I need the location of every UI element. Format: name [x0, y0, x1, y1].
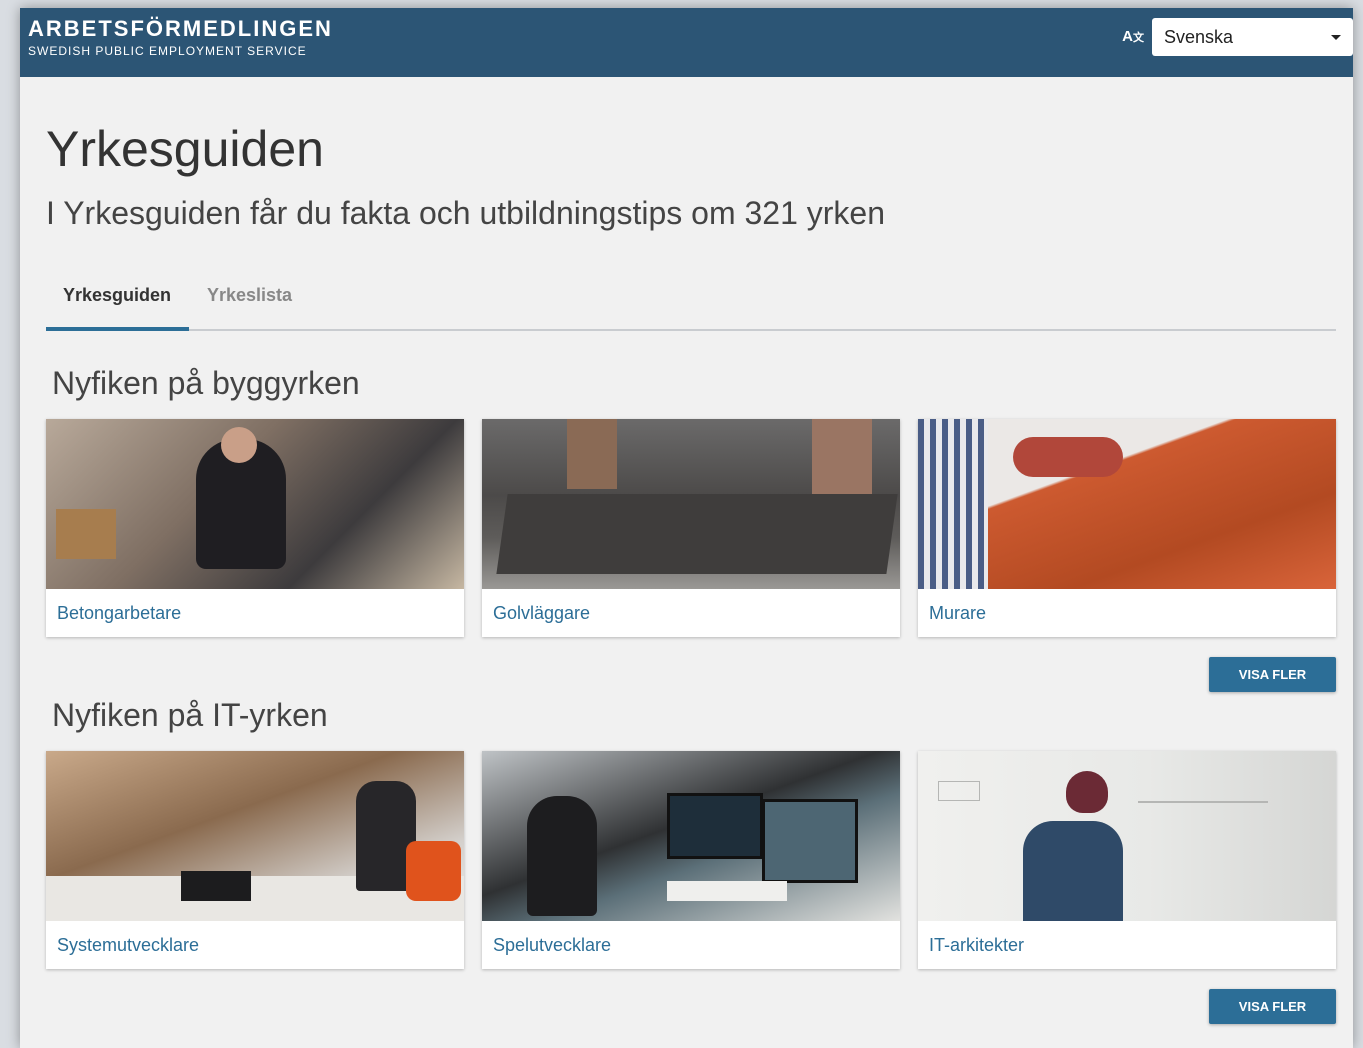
occupation-card-spelutvecklare[interactable]: Spelutvecklare	[482, 751, 900, 969]
section-title: Nyfiken på byggyrken	[52, 365, 360, 401]
main-content: Yrkesguiden I Yrkesguiden får du fakta o…	[46, 77, 1336, 1025]
visa-fler-button[interactable]: VISA FLER	[1209, 657, 1336, 692]
tab-bar: Yrkesguiden Yrkeslista	[46, 273, 1336, 331]
more-row: VISA FLER	[46, 637, 1336, 693]
card-list: Betongarbetare Golvläggare Murare	[46, 419, 1336, 637]
occupation-card-golvlaggare[interactable]: Golvläggare	[482, 419, 900, 637]
it-arkitekter-photo	[918, 751, 1336, 921]
brand-subtitle: SWEDISH PUBLIC EMPLOYMENT SERVICE	[28, 44, 307, 58]
card-label: Systemutvecklare	[57, 935, 200, 955]
language-select[interactable]: Svenska	[1152, 18, 1353, 56]
card-label: Spelutvecklare	[493, 935, 612, 955]
spelutvecklare-photo	[482, 751, 900, 921]
page-subtitle: I Yrkesguiden får du fakta och utbildnin…	[46, 195, 886, 231]
occupation-card-it-arkitekter[interactable]: IT-arkitekter	[918, 751, 1336, 969]
translate-icon: A文	[1122, 28, 1144, 45]
occupation-card-murare[interactable]: Murare	[918, 419, 1336, 637]
card-label: Murare	[929, 603, 987, 623]
chevron-down-icon	[1331, 35, 1341, 40]
active-tab-indicator	[46, 327, 189, 331]
card-label: Golvläggare	[493, 603, 591, 623]
golvlaggare-photo	[482, 419, 900, 589]
murare-photo	[918, 419, 1336, 589]
language-select-value: Svenska	[1164, 27, 1234, 47]
section-title: Nyfiken på IT-yrken	[52, 697, 328, 733]
tab-yrkeslista[interactable]: Yrkeslista	[207, 285, 292, 306]
visa-fler-button[interactable]: VISA FLER	[1209, 989, 1336, 1024]
browser-window: ARBETSFÖRMEDLINGEN SWEDISH PUBLIC EMPLOY…	[20, 8, 1353, 1048]
tab-yrkesguiden[interactable]: Yrkesguiden	[63, 285, 171, 306]
section-it-yrken: Nyfiken på IT-yrken Systemutvecklare Spe…	[46, 695, 1336, 1025]
card-list: Systemutvecklare Spelutvecklare IT-arkit…	[46, 751, 1336, 969]
betongarbetare-photo	[46, 419, 464, 589]
occupation-card-betongarbetare[interactable]: Betongarbetare	[46, 419, 464, 637]
more-row: VISA FLER	[46, 969, 1336, 1025]
card-label: Betongarbetare	[57, 603, 182, 623]
card-label: IT-arkitekter	[929, 935, 1025, 955]
occupation-card-systemutvecklare[interactable]: Systemutvecklare	[46, 751, 464, 969]
brand-logo[interactable]: ARBETSFÖRMEDLINGEN SWEDISH PUBLIC EMPLOY…	[28, 16, 333, 59]
brand-title: ARBETSFÖRMEDLINGEN	[28, 16, 333, 41]
section-byggyrken: Nyfiken på byggyrken Betongarbetare Golv…	[46, 363, 1336, 693]
systemutvecklare-photo	[46, 751, 464, 921]
page-title: Yrkesguiden	[46, 121, 324, 177]
top-bar: ARBETSFÖRMEDLINGEN SWEDISH PUBLIC EMPLOY…	[20, 8, 1353, 77]
